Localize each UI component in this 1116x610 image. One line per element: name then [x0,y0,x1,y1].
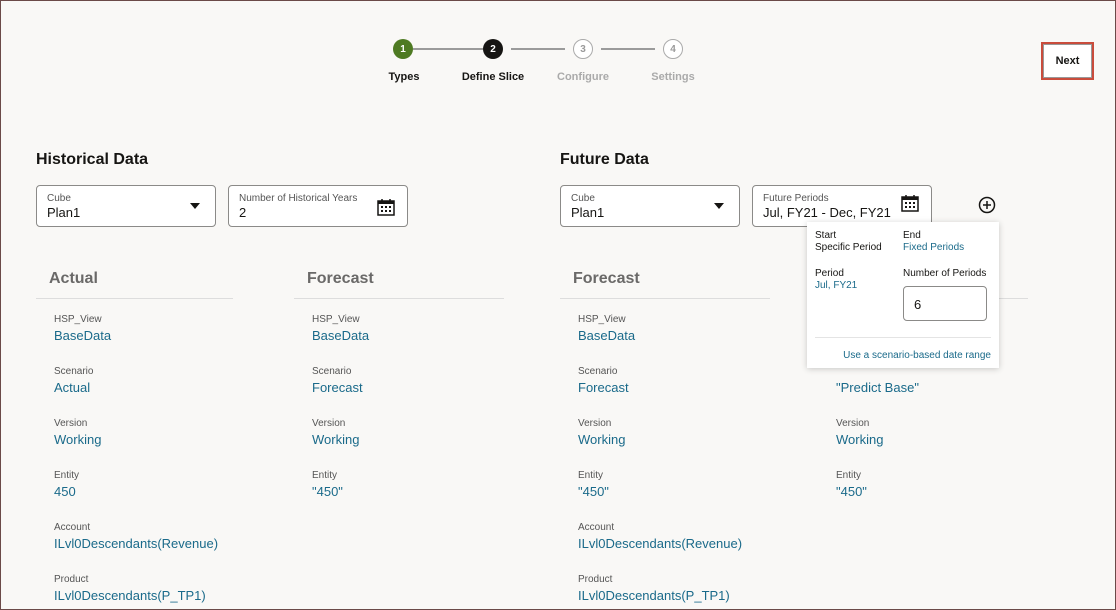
field-label: Cube [47,193,71,204]
dimension-value-link[interactable]: ILvl0Descendants(Revenue) [54,536,218,551]
field-label: Cube [571,193,595,204]
next-button[interactable]: Next [1041,42,1094,80]
dimension-label: HSP_View [54,314,102,325]
dimension-value-link[interactable]: BaseData [578,328,635,343]
dimension-value-link[interactable]: "450" [578,484,609,499]
period-value-link[interactable]: Jul, FY21 [815,280,857,291]
step-2-indicator[interactable]: 2 [483,39,503,59]
dimension-value-link[interactable]: ILvl0Descendants(Revenue) [578,536,742,551]
num-periods-label: Number of Periods [903,268,987,279]
add-circle-icon[interactable] [978,196,996,214]
dimension-value-link[interactable]: BaseData [312,328,369,343]
dimension-value-link[interactable]: "Predict Base" [836,380,919,395]
dimension-label: Account [54,522,91,533]
end-label: End [903,230,921,241]
step-4-label[interactable]: Settings [651,71,694,83]
field-value: 2 [239,205,247,220]
field-value: Jul, FY21 - Dec, FY21 [763,205,891,220]
step-connector [601,48,655,50]
chevron-down-icon [714,203,724,209]
step-4-indicator[interactable]: 4 [663,39,683,59]
dimension-value-link[interactable]: Working [54,432,101,447]
dimension-value-link[interactable]: Forecast [312,380,363,395]
dimension-label: Version [836,418,870,429]
future-periods-field[interactable]: Future Periods Jul, FY21 - Dec, FY21 [752,185,932,227]
dimension-value-link[interactable]: Actual [54,380,90,395]
field-value: Plan1 [47,205,81,220]
future-forecast-title: Forecast [573,270,640,287]
future-data-title: Future Data [560,151,649,168]
wizard-page: 1 2 3 4 Types Define Slice Configure Set… [0,0,1116,610]
end-value-link[interactable]: Fixed Periods [903,242,964,253]
dimension-label: Product [578,574,613,585]
dimension-label: Product [54,574,89,585]
dimension-label: Entity [836,470,862,481]
dimension-label: Version [312,418,346,429]
field-label: Number of Historical Years [239,193,358,204]
dimension-label: Scenario [312,366,352,377]
historical-forecast-title: Forecast [307,270,374,287]
dimension-label: Account [578,522,615,533]
dimension-label: HSP_View [312,314,360,325]
dimension-value-link[interactable]: "450" [312,484,343,499]
chevron-down-icon [190,203,200,209]
historical-data-title: Historical Data [36,151,149,168]
divider [294,298,504,299]
start-value: Specific Period [815,242,882,253]
actual-column-title: Actual [49,270,98,287]
dimension-value-link[interactable]: BaseData [54,328,111,343]
dimension-label: Version [54,418,88,429]
dimension-value-link[interactable]: Working [578,432,625,447]
dimension-value-link[interactable]: "450" [836,484,867,499]
dimension-label: Entity [312,470,338,481]
divider [560,298,770,299]
step-3-indicator[interactable]: 3 [573,39,593,59]
step-connector [511,48,565,50]
divider [815,337,991,338]
dimension-label: Scenario [54,366,94,377]
start-label: Start [815,230,837,241]
scenario-date-range-link[interactable]: Use a scenario-based date range [843,350,991,361]
num-periods-input[interactable]: 6 [903,286,987,321]
step-1-indicator[interactable]: 1 [393,39,413,59]
period-label: Period [815,268,844,279]
historical-years-field[interactable]: Number of Historical Years 2 [228,185,408,227]
dimension-label: HSP_View [578,314,626,325]
calendar-icon[interactable] [901,194,919,212]
field-value: Plan1 [571,205,605,220]
dimension-value-link[interactable]: ILvl0Descendants(P_TP1) [578,588,730,603]
historical-cube-select[interactable]: Cube Plan1 [36,185,216,227]
step-connector [413,48,483,50]
step-3-label[interactable]: Configure [557,71,609,83]
future-cube-select[interactable]: Cube Plan1 [560,185,740,227]
step-1-label[interactable]: Types [389,71,420,83]
step-2-label[interactable]: Define Slice [462,71,524,83]
dimension-value-link[interactable]: Working [836,432,883,447]
dimension-label: Scenario [578,366,618,377]
future-periods-popover: Start Specific Period End Fixed Periods … [807,222,999,368]
field-label: Future Periods [763,193,829,204]
dimension-value-link[interactable]: ILvl0Descendants(P_TP1) [54,588,206,603]
dimension-label: Entity [578,470,604,481]
divider [36,298,233,299]
dimension-value-link[interactable]: Forecast [578,380,629,395]
dimension-value-link[interactable]: Working [312,432,359,447]
dimension-label: Version [578,418,612,429]
dimension-label: Entity [54,470,80,481]
calendar-icon[interactable] [377,198,395,216]
dimension-value-link[interactable]: 450 [54,484,76,499]
